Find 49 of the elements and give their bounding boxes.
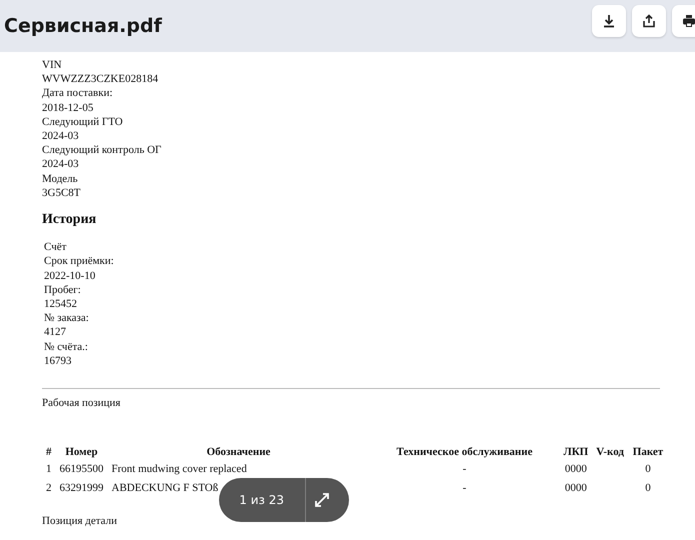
table-cell: 63291999 [60,480,104,495]
table-cell: 1 [46,462,52,477]
section-heading: История [42,213,98,228]
share-icon [642,14,656,28]
document-line: 16793 [44,354,72,368]
document-line: 2018-12-05 [42,100,94,115]
column-header: V-код [595,445,625,460]
expand-icon [314,492,330,508]
download-icon [602,14,616,28]
document-line: 4127 [44,325,67,340]
column-header: Пакет [632,445,664,460]
section-label: Позиция детали [42,514,118,528]
column-header: Номер [64,445,99,460]
page-counter: 1 из 23 [239,492,285,507]
table-cell: - [462,462,466,477]
document-line: Дата поставки: [42,86,114,101]
table-cell: ABDECKUNG F STOß [112,480,218,495]
document-line: Модель [42,172,79,186]
document-line: Следующий контроль ОГ [42,143,162,158]
document-line: 2022-10-10 [44,268,96,283]
document-line: 2024-03 [42,157,80,172]
download-button[interactable] [592,5,626,37]
table-cell: 0 [645,480,651,495]
table-cell: Front mudwing cover replaced [112,462,247,477]
document-line: Следующий ГТО [42,114,124,130]
column-header: Обозначение [206,445,272,460]
document-line: Срок приёмки: [44,254,115,269]
document-line: 2024-03 [42,129,80,144]
section-label: Рабочая позиция [42,396,122,410]
column-header: Техническое обслуживание [396,445,534,460]
document-line: Счёт [44,240,68,254]
document-line: 125452 [44,297,78,312]
table-cell: 2 [46,480,52,495]
document-line: VIN [42,58,63,72]
table-cell: 0000 [564,462,587,477]
table-cell: 0000 [564,480,587,495]
document-line: № заказа: [44,311,90,326]
document-line: Пробег: [44,282,82,298]
document-line: WVWZZZ3CZKE028184 [42,72,160,86]
document-line: 3G5C8T [42,186,82,200]
file-title: Сервисная.pdf [4,14,162,38]
column-header: ЛКП [562,445,590,460]
document-line: № счёта.: [44,340,89,354]
table-cell: 0 [645,462,651,477]
table-cell: 66195500 [60,462,104,477]
share-button[interactable] [632,5,666,37]
printer-icon [682,14,695,28]
table-cell: - [462,480,466,495]
column-header: # [45,445,52,460]
